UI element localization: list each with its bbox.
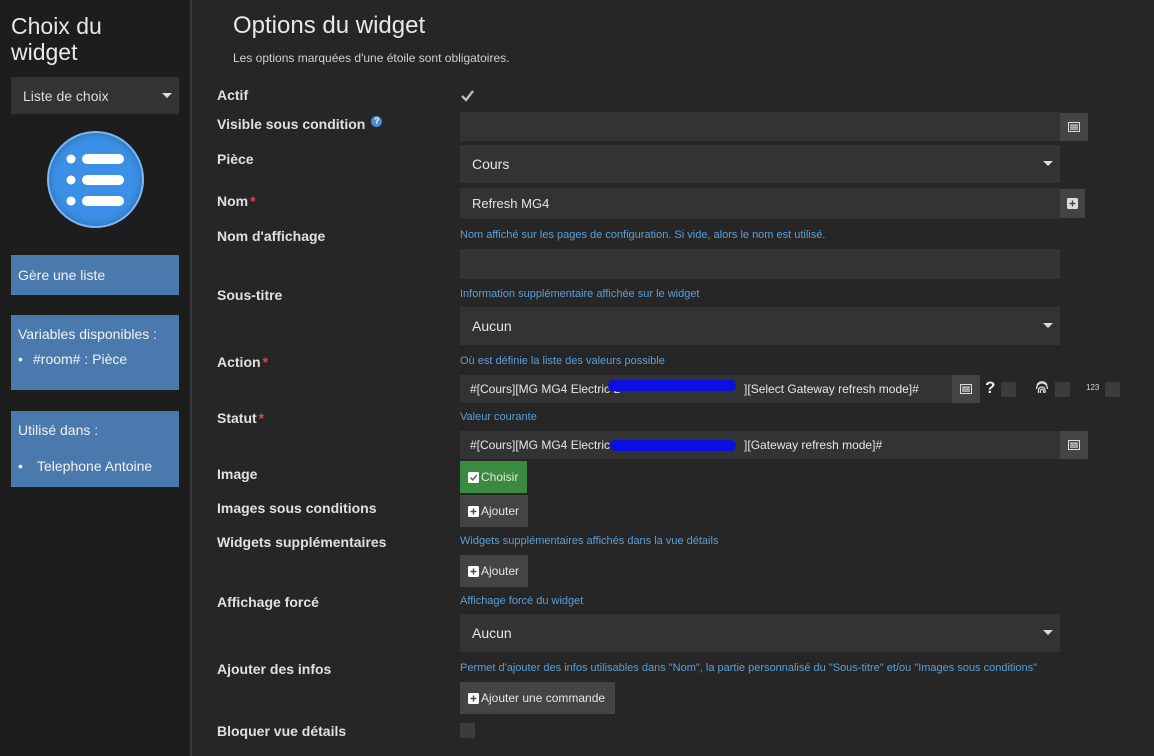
label-affichage-force: Affichage forcé [217,594,319,610]
used-in-item: Telephone Antoine [11,458,179,474]
checkbox-action-question[interactable] [1001,382,1016,397]
panel-variables: Variables disponibles : #room# : Pièce [11,315,179,390]
chevron-down-icon [1043,323,1053,328]
help-nom-affichage: Nom affiché sur les pages de configurati… [460,229,826,241]
statut-input[interactable]: #[Cours][MG MG4 Electric L ][Gateway ref… [460,431,1060,459]
add-image-condition-button[interactable]: Ajouter [460,495,528,527]
chevron-down-icon [1043,161,1053,166]
label-visible: Visible sous condition ? [217,116,383,132]
list-alt-icon [1068,440,1080,450]
widget-type-select[interactable]: Liste de choix [11,77,179,114]
label-images-conditions: Images sous conditions [217,500,377,516]
page-title: Options du widget [233,12,426,39]
help-icon[interactable]: ? [371,116,383,127]
action-list-button[interactable] [952,375,980,403]
affichage-force-select[interactable]: Aucun [460,614,1060,652]
chevron-down-icon [1043,630,1053,635]
nom-affichage-input[interactable] [460,249,1060,279]
check-square-icon [468,471,479,483]
sidebar: Choix du widget Liste de choix Gère une … [0,0,192,756]
label-ajouter-infos: Ajouter des infos [217,661,332,677]
add-widget-button[interactable]: Ajouter [460,555,528,587]
label-image: Image [217,466,258,482]
list-alt-icon [960,384,972,394]
list-alt-icon [1068,122,1080,132]
checkbox-bloquer[interactable] [460,723,475,738]
list-icon [47,131,144,228]
plus-square-icon [1067,198,1078,209]
plus-square-icon [468,692,479,704]
piece-select[interactable]: Cours [460,145,1060,183]
nom-input[interactable]: Refresh MG4 [460,188,1060,219]
plus-square-icon [468,565,479,577]
label-statut: Statut * [217,410,265,426]
question-icon: ? [985,378,996,397]
panel-used-in: Utilisé dans : Telephone Antoine [11,411,179,487]
help-affichage-force: Affichage forcé du widget [460,595,584,607]
sidebar-title: Choix du widget [11,13,102,65]
checkmark-icon [461,90,474,102]
page-subtitle: Les options marquées d'une étoile sont o… [233,51,510,65]
widget-type-value: Liste de choix [23,87,109,104]
label-widgets-supp: Widgets supplémentaires [217,534,387,550]
label-action: Action * [217,354,269,370]
fingerprint-icon [1034,379,1050,400]
help-sous-titre: Information supplémentaire affichée sur … [460,288,700,300]
plus-square-icon [468,505,479,517]
label-piece: Pièce [217,151,254,167]
label-nom: Nom * [217,193,256,209]
chevron-down-icon [162,93,172,98]
label-nom-affichage: Nom d'affichage [217,228,326,244]
panel-description: Gère une liste [11,255,179,295]
label-sous-titre: Sous-titre [217,287,283,303]
checkbox-action-number[interactable] [1105,382,1120,397]
nom-add-button[interactable] [1060,189,1085,218]
help-action: Où est définie la liste des valeurs poss… [460,355,665,367]
number-icon: 123 [1086,383,1100,392]
add-command-button[interactable]: Ajouter une commande [460,682,615,714]
visible-condition-list-button[interactable] [1060,113,1088,141]
redaction-mark [610,440,736,451]
help-ajouter-infos: Permet d'ajouter des infos utilisables d… [460,662,1038,674]
help-widgets-supp: Widgets supplémentaires affichés dans la… [460,535,719,547]
label-actif: Actif [217,87,249,103]
label-bloquer: Bloquer vue détails [217,723,347,739]
checkbox-actif[interactable] [460,88,475,103]
choose-image-button[interactable]: Choisir [460,461,527,493]
variable-item: #room# : Pièce [11,351,179,367]
statut-list-button[interactable] [1060,431,1088,459]
visible-condition-input[interactable] [460,112,1060,141]
sous-titre-select[interactable]: Aucun [460,307,1060,345]
checkbox-action-fingerprint[interactable] [1055,382,1070,397]
help-statut: Valeur courante [460,411,537,423]
redaction-mark [608,380,736,391]
